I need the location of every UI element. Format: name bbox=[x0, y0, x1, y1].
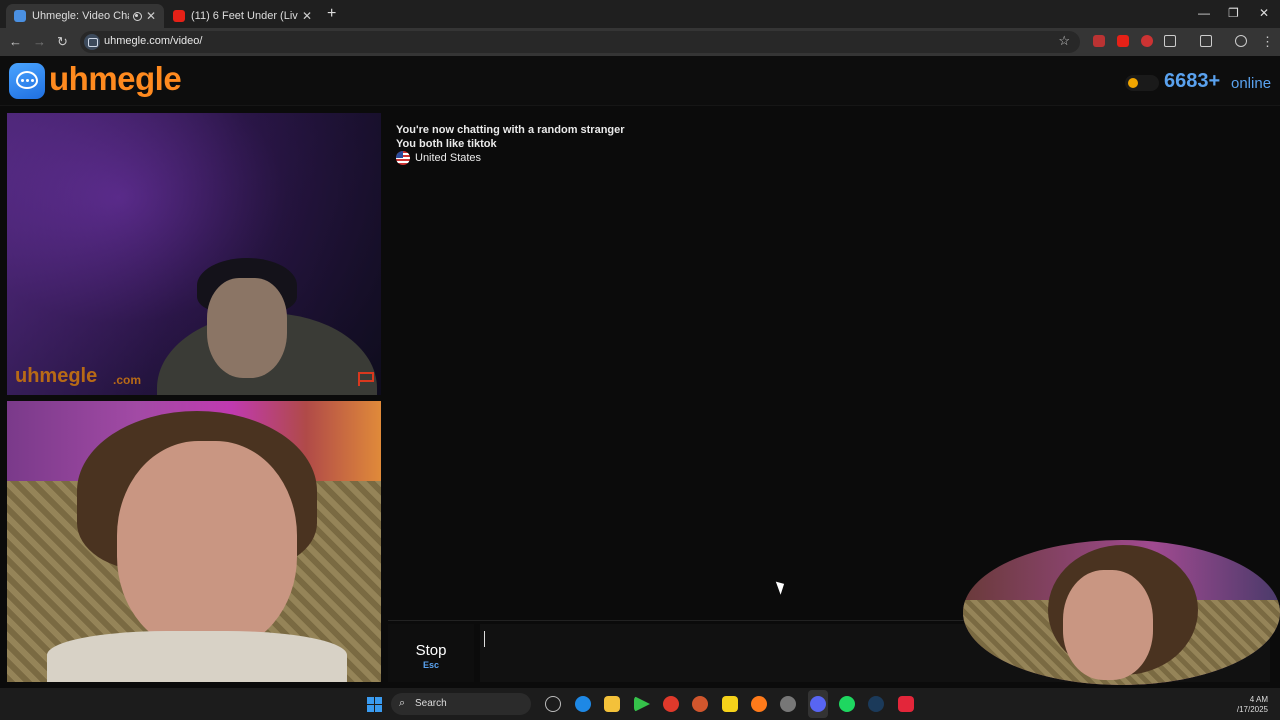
discord-icon[interactable] bbox=[810, 696, 826, 712]
taskbar-search[interactable]: ⌕ Search bbox=[391, 693, 531, 715]
report-flag-icon[interactable] bbox=[357, 371, 375, 387]
system-message: You both like tiktok bbox=[396, 138, 497, 150]
search-label: Search bbox=[415, 698, 447, 709]
site-info-icon[interactable] bbox=[84, 34, 100, 50]
forward-icon[interactable]: → bbox=[33, 34, 46, 49]
self-person bbox=[117, 441, 297, 651]
reload-icon[interactable]: ↻ bbox=[57, 34, 68, 50]
toggle-knob bbox=[1128, 78, 1138, 88]
online-label: online bbox=[1231, 75, 1272, 92]
browser-toolbar: ← → ↻ uhmegle.com/video/ ☆ ⋮ bbox=[0, 28, 1280, 56]
side-panel-icon[interactable] bbox=[1200, 35, 1212, 47]
clock-date[interactable]: /17/2025 bbox=[1237, 705, 1268, 714]
close-tab-icon[interactable]: ✕ bbox=[302, 9, 312, 23]
stop-label: Stop bbox=[415, 642, 447, 659]
clock-time[interactable]: 4 AM bbox=[1250, 695, 1268, 704]
stranger-person bbox=[207, 278, 287, 378]
extension-icon[interactable] bbox=[1093, 35, 1105, 47]
sticky-notes-icon[interactable] bbox=[722, 696, 738, 712]
chat-bubble-logo-icon[interactable] bbox=[9, 63, 45, 99]
tab-title: (11) 6 Feet Under (Live From M bbox=[191, 10, 298, 22]
us-flag-icon bbox=[396, 151, 410, 165]
url-text: uhmegle.com/video/ bbox=[104, 35, 203, 47]
tab-title: Uhmegle: Video Chat | Ome bbox=[32, 10, 129, 22]
stop-button[interactable]: Stop Esc bbox=[388, 624, 474, 682]
search-icon: ⌕ bbox=[399, 697, 406, 709]
minimize-icon[interactable]: — bbox=[1198, 6, 1210, 20]
stranger-country: United States bbox=[415, 152, 482, 164]
app-icon[interactable] bbox=[898, 696, 914, 712]
self-person bbox=[1063, 570, 1153, 680]
tab-uhmegle[interactable]: Uhmegle: Video Chat | Ome ✕ bbox=[6, 4, 164, 28]
browser-tab-bar: Uhmegle: Video Chat | Ome ✕ (11) 6 Feet … bbox=[0, 0, 1280, 28]
back-icon[interactable]: ← bbox=[9, 34, 22, 49]
menu-kebab-icon[interactable]: ⋮ bbox=[1261, 34, 1274, 50]
chrome-icon[interactable] bbox=[663, 696, 679, 712]
media-player-icon[interactable] bbox=[634, 696, 650, 712]
video-watermark: uhmegle bbox=[15, 365, 98, 387]
profile-icon[interactable] bbox=[1235, 35, 1247, 47]
system-message: You're now chatting with a random strang… bbox=[396, 124, 625, 136]
online-count: 6683+ bbox=[1164, 70, 1221, 92]
close-tab-icon[interactable]: ✕ bbox=[146, 9, 156, 23]
recording-icon bbox=[132, 11, 142, 21]
text-caret bbox=[484, 631, 485, 647]
stranger-video: uhmegle .com bbox=[7, 113, 381, 395]
windows-start-icon[interactable] bbox=[367, 697, 382, 712]
obs-icon[interactable] bbox=[780, 696, 796, 712]
self-person bbox=[47, 631, 347, 682]
steam-icon[interactable] bbox=[868, 696, 884, 712]
extension-icon[interactable] bbox=[1117, 35, 1129, 47]
stop-shortcut: Esc bbox=[422, 660, 439, 670]
tab-youtube[interactable]: (11) 6 Feet Under (Live From M ✕ bbox=[165, 4, 320, 28]
extensions-puzzle-icon[interactable] bbox=[1164, 35, 1176, 47]
site-header: uhmegle 6683+ online bbox=[0, 56, 1280, 106]
youtube-favicon-icon bbox=[173, 10, 185, 22]
windows-taskbar: ⌕ Search 4 AM /17/2025 bbox=[0, 688, 1280, 720]
logo-text[interactable]: uhmegle bbox=[49, 60, 182, 98]
uhmegle-favicon-icon bbox=[14, 10, 26, 22]
firefox-icon[interactable] bbox=[751, 696, 767, 712]
edge-icon[interactable] bbox=[575, 696, 591, 712]
task-view-icon[interactable] bbox=[545, 696, 561, 712]
webcam-overlay bbox=[963, 540, 1280, 685]
restore-icon[interactable]: ❐ bbox=[1228, 6, 1239, 20]
app-icon[interactable] bbox=[692, 696, 708, 712]
video-watermark-domain: .com bbox=[113, 373, 142, 387]
theme-toggle[interactable] bbox=[1125, 75, 1159, 91]
self-video bbox=[7, 401, 381, 682]
close-window-icon[interactable]: ✕ bbox=[1259, 6, 1269, 20]
bookmark-star-icon[interactable]: ☆ bbox=[1058, 33, 1070, 49]
new-tab-icon[interactable]: + bbox=[327, 5, 336, 23]
file-explorer-icon[interactable] bbox=[604, 696, 620, 712]
spotify-icon[interactable] bbox=[839, 696, 855, 712]
extension-icon[interactable] bbox=[1141, 35, 1153, 47]
address-bar[interactable]: uhmegle.com/video/ ☆ bbox=[80, 31, 1080, 53]
